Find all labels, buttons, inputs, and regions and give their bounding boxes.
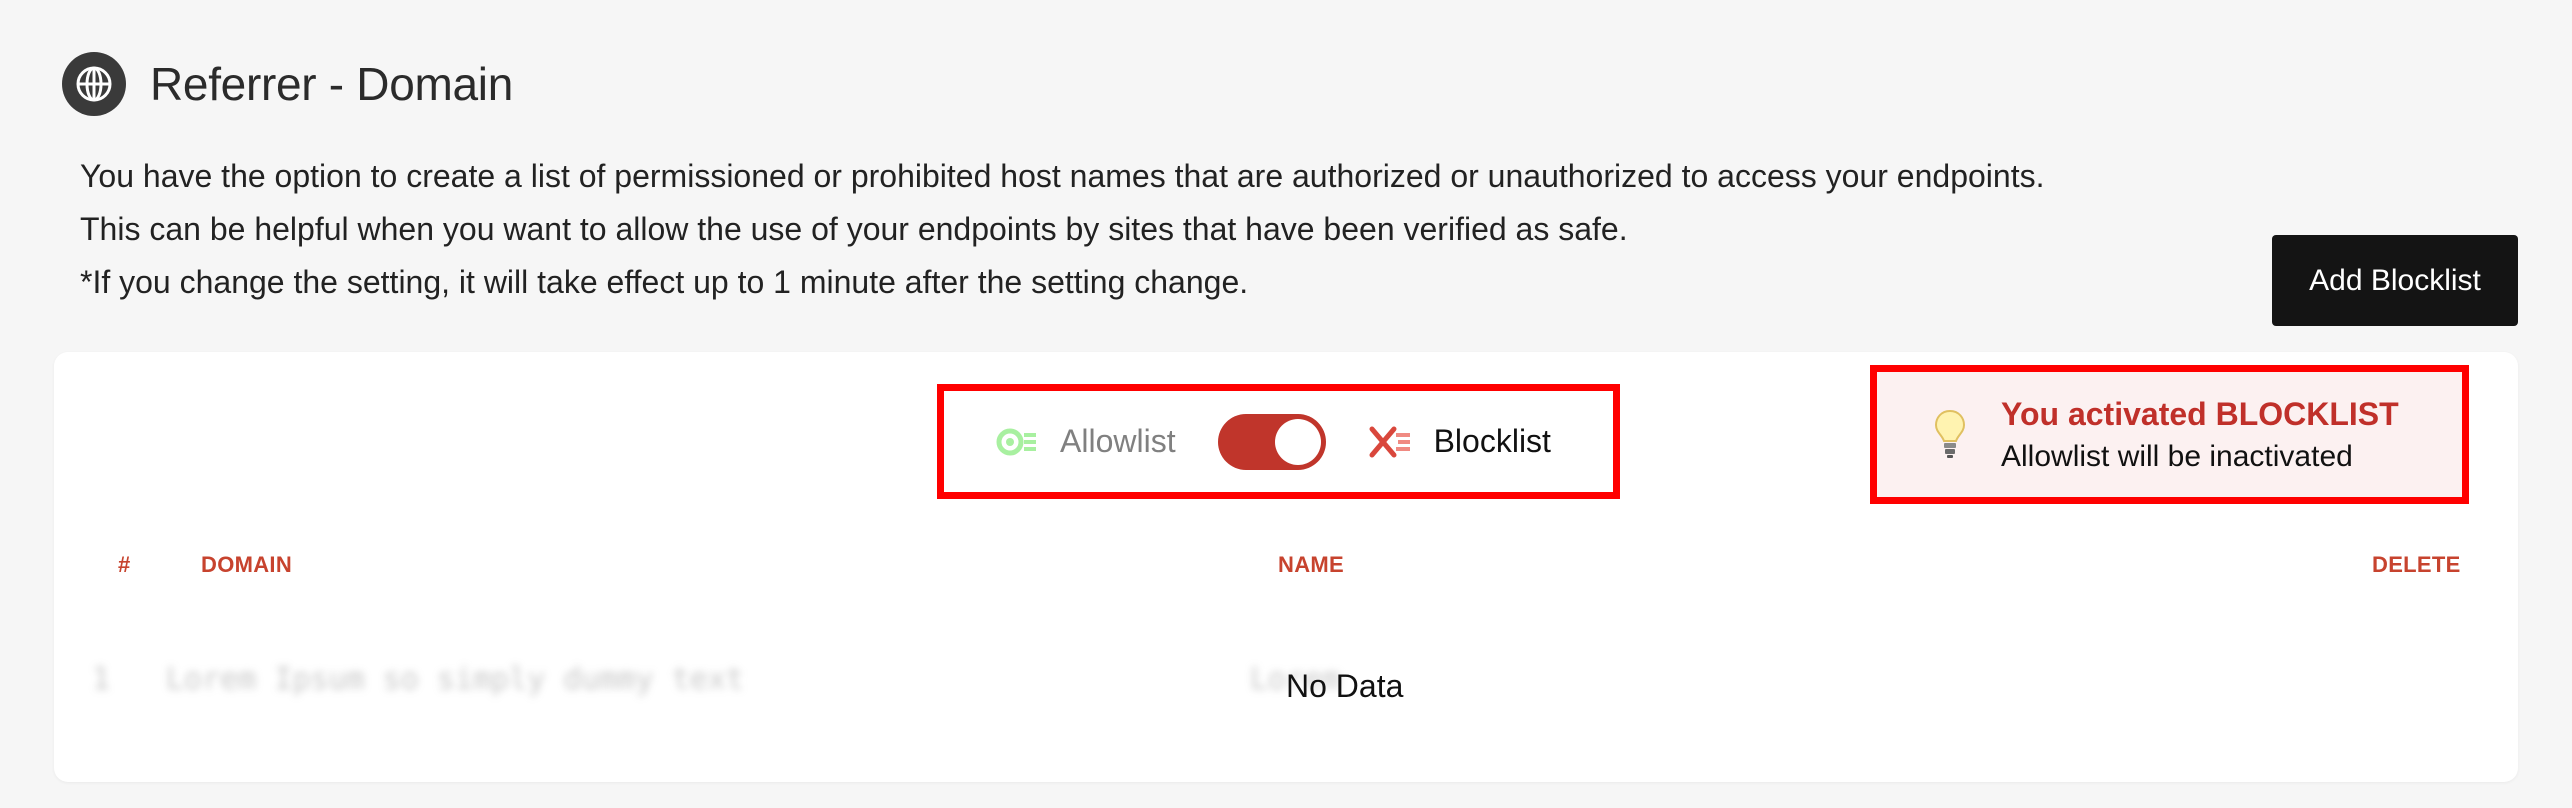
empty-table-message: No Data: [1286, 668, 1404, 704]
blocklist-label: Blocklist: [1433, 423, 1551, 459]
mode-toggle-group: Allowlist Blocklist: [937, 384, 1620, 499]
mode-toggle-switch[interactable]: [1217, 413, 1326, 470]
globe-icon: [62, 52, 126, 116]
description-line-2: This can be helpful when you want to all…: [80, 211, 1628, 247]
blocklist-icon: [1369, 426, 1410, 457]
notice-title: You activated BLOCKLIST: [2001, 396, 2399, 432]
toggle-knob: [1274, 418, 1321, 465]
blurred-row-index: 1: [92, 662, 111, 697]
allowlist-icon: [996, 428, 1036, 455]
description: You have the option to create a list of …: [80, 150, 2044, 309]
allowlist-option[interactable]: Allowlist: [994, 423, 1176, 460]
blocklist-option[interactable]: Blocklist: [1368, 423, 1551, 460]
page-title: Referrer - Domain: [150, 58, 513, 110]
column-header-name: NAME: [1278, 552, 1344, 577]
description-line-1: You have the option to create a list of …: [80, 158, 2045, 194]
page-header: Referrer - Domain: [62, 52, 513, 116]
notice-subtitle: Allowlist will be inactivated: [2001, 440, 2353, 473]
add-blocklist-button[interactable]: Add Blocklist: [2272, 235, 2518, 326]
column-header-index: #: [118, 552, 131, 577]
column-header-domain: DOMAIN: [201, 552, 293, 577]
column-header-delete: DELETE: [2372, 552, 2461, 577]
blocklist-notice: You activated BLOCKLIST Allowlist will b…: [1870, 365, 2469, 504]
description-line-3: *If you change the setting, it will take…: [80, 264, 1249, 300]
blurred-row-domain: Lorem Ipsum so simply dummy text: [166, 662, 744, 697]
lightbulb-icon: [1934, 409, 1966, 458]
allowlist-label: Allowlist: [1060, 423, 1176, 459]
